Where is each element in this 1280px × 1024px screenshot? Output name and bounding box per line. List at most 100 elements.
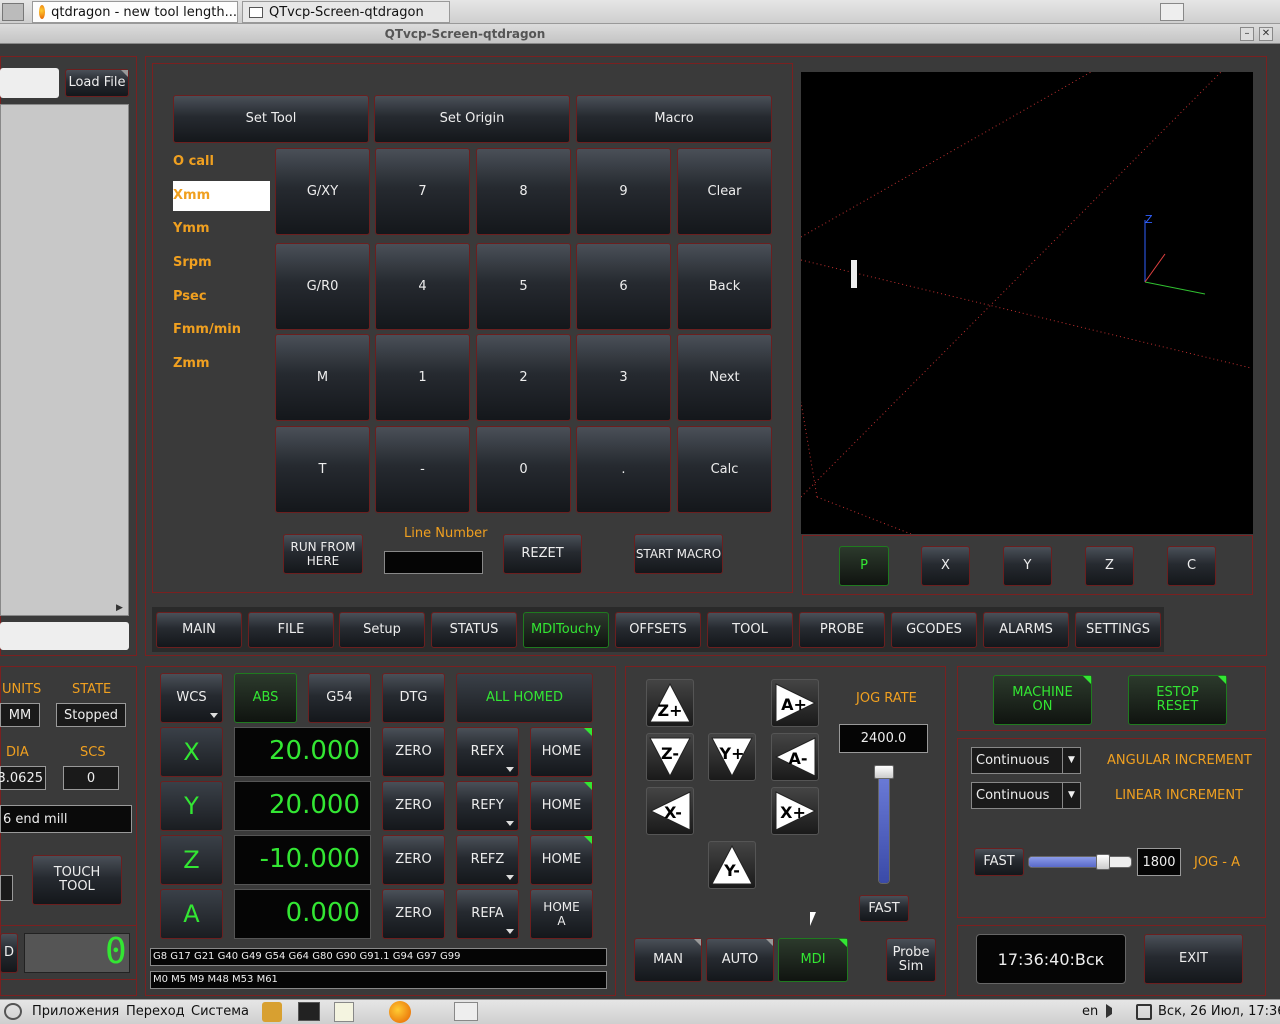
jog-rate-slider-handle[interactable] <box>874 765 894 779</box>
label-fmm-min[interactable]: Fmm/min <box>173 322 241 337</box>
taskbar-datetime[interactable]: Вск, 26 Июл, 17:36 <box>1158 1004 1280 1019</box>
file-path-field[interactable] <box>0 68 59 98</box>
text-editor-icon[interactable] <box>334 1002 354 1022</box>
jog-a-fast-button[interactable]: FAST <box>974 848 1024 876</box>
key-6[interactable]: 6 <box>576 243 671 330</box>
jog-z-plus-button[interactable]: Z+ <box>646 679 694 727</box>
tab-mditouchy[interactable]: MDITouchy <box>523 612 609 648</box>
view-c-button[interactable]: C <box>1167 546 1216 586</box>
jog-x-minus-button[interactable]: X- <box>646 787 694 835</box>
minimize-icon[interactable]: – <box>1240 27 1254 41</box>
file-list[interactable] <box>0 104 129 616</box>
jog-a-minus-button[interactable]: A- <box>771 733 819 781</box>
partial-button[interactable]: D <box>0 933 18 973</box>
refy-button[interactable]: REFY <box>456 781 519 831</box>
refx-button[interactable]: REFX <box>456 727 519 777</box>
tab-file[interactable]: FILE <box>248 612 334 648</box>
tools-icon[interactable] <box>262 1002 282 1022</box>
jog-y-minus-button[interactable]: Y- <box>708 841 756 889</box>
key-g-r0[interactable]: G/R0 <box>275 243 370 330</box>
key-7[interactable]: 7 <box>375 148 470 235</box>
estop-reset-button[interactable]: ESTOP RESET <box>1128 675 1227 725</box>
view-p-button[interactable]: P <box>839 546 889 586</box>
window-list-item[interactable] <box>454 1002 478 1021</box>
tab-probe[interactable]: PROBE <box>799 612 885 648</box>
zero-z-button[interactable]: ZERO <box>382 835 445 885</box>
jog-a-slider[interactable] <box>1028 856 1132 868</box>
label-o-call[interactable]: O call <box>173 154 214 169</box>
key-g-xy[interactable]: G/XY <box>275 148 370 235</box>
label-ymm[interactable]: Ymm <box>173 221 210 236</box>
keyboard-layout[interactable]: en <box>1082 1004 1098 1019</box>
run-from-here-button[interactable]: RUN FROM HERE <box>283 534 363 574</box>
angular-increment-select[interactable]: Continuous ▼ <box>971 747 1081 774</box>
tab-offsets[interactable]: OFFSETS <box>615 612 701 648</box>
chevron-down-icon[interactable]: ▼ <box>1062 748 1080 773</box>
axis-a-label[interactable]: A <box>160 889 223 939</box>
rezet-button[interactable]: REZET <box>503 534 582 574</box>
scroll-right-icon[interactable]: ▶ <box>116 603 128 615</box>
view-y-button[interactable]: Y <box>1003 546 1052 586</box>
key-dot[interactable]: . <box>576 426 671 513</box>
view-z-button[interactable]: Z <box>1085 546 1134 586</box>
tab-tool[interactable]: TOOL <box>707 612 793 648</box>
refz-button[interactable]: REFZ <box>456 835 519 885</box>
tab-main[interactable]: MAIN <box>156 612 242 648</box>
axis-z-label-dro[interactable]: Z <box>160 835 223 885</box>
set-origin-button[interactable]: Set Origin <box>374 95 570 143</box>
touch-tool-button[interactable]: TOUCH TOOL <box>32 855 122 905</box>
gnome-foot-icon[interactable] <box>4 1003 22 1020</box>
close-icon[interactable]: ✕ <box>1259 27 1273 41</box>
home-z-button[interactable]: HOME <box>530 835 593 885</box>
show-desktop-icon[interactable] <box>1160 3 1184 21</box>
mode-auto-button[interactable]: AUTO <box>706 938 774 982</box>
load-file-button[interactable]: Load File <box>65 69 129 97</box>
label-xmm[interactable]: Xmm <box>173 188 210 203</box>
top-tab-firefox[interactable]: qtdragon - new tool length... <box>32 1 238 23</box>
label-psec[interactable]: Psec <box>173 289 207 304</box>
jog-fast-button[interactable]: FAST <box>859 895 909 922</box>
exit-button[interactable]: EXIT <box>1144 934 1243 984</box>
menu-system[interactable]: Система <box>191 1004 249 1019</box>
jog-y-plus-button[interactable]: Y+ <box>708 733 756 781</box>
mode-mdi-button[interactable]: MDI <box>778 938 848 982</box>
wcs-button[interactable]: WCS <box>160 673 223 723</box>
menu-applications[interactable]: Приложения <box>32 1004 119 1019</box>
label-zmm[interactable]: Zmm <box>173 356 210 371</box>
tab-alarms[interactable]: ALARMS <box>983 612 1069 648</box>
key-5[interactable]: 5 <box>476 243 571 330</box>
linear-increment-select[interactable]: Continuous ▼ <box>971 782 1081 809</box>
label-srpm[interactable]: Srpm <box>173 255 212 270</box>
set-tool-button[interactable]: Set Tool <box>173 95 369 143</box>
macro-button[interactable]: Macro <box>576 95 772 143</box>
jog-rate-slider[interactable] <box>878 766 890 884</box>
key-1[interactable]: 1 <box>375 334 470 421</box>
key-m[interactable]: M <box>275 334 370 421</box>
terminal-icon[interactable] <box>298 1002 320 1021</box>
network-icon[interactable] <box>1136 1004 1152 1020</box>
key-9[interactable]: 9 <box>576 148 671 235</box>
start-macro-button[interactable]: START MACRO <box>634 534 723 574</box>
key-back[interactable]: Back <box>677 243 772 330</box>
chevron-down-icon[interactable]: ▼ <box>1062 783 1080 808</box>
home-x-button[interactable]: HOME <box>530 727 593 777</box>
key-2[interactable]: 2 <box>476 334 571 421</box>
tab-gcodes[interactable]: GCODES <box>891 612 977 648</box>
line-number-input[interactable] <box>384 551 483 574</box>
machine-on-button[interactable]: MACHINE ON <box>993 675 1092 725</box>
key-4[interactable]: 4 <box>375 243 470 330</box>
gcode-graphics-view[interactable]: Z <box>801 72 1253 534</box>
abs-button[interactable]: ABS <box>234 673 297 723</box>
refa-button[interactable]: REFA <box>456 889 519 939</box>
zero-x-button[interactable]: ZERO <box>382 727 445 777</box>
zero-y-button[interactable]: ZERO <box>382 781 445 831</box>
mode-man-button[interactable]: MAN <box>634 938 702 982</box>
volume-icon[interactable] <box>1106 1004 1122 1018</box>
key-0[interactable]: 0 <box>476 426 571 513</box>
key-minus[interactable]: - <box>375 426 470 513</box>
app-menu-icon[interactable] <box>2 3 24 21</box>
axis-y-label[interactable]: Y <box>160 781 223 831</box>
key-3[interactable]: 3 <box>576 334 671 421</box>
jog-x-plus-button[interactable]: X+ <box>771 787 819 835</box>
home-y-button[interactable]: HOME <box>530 781 593 831</box>
